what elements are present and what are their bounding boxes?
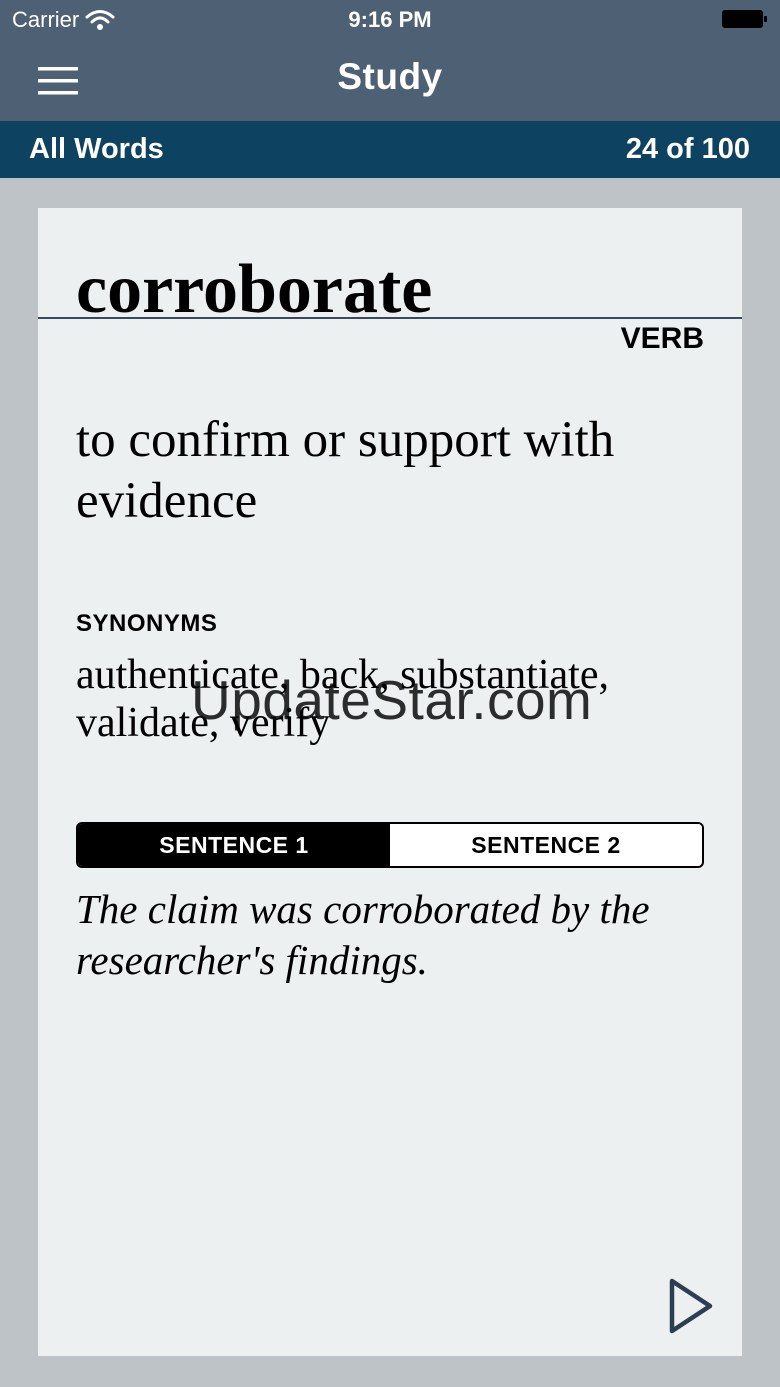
status-bar: Carrier 9:16 PM (0, 0, 780, 40)
list-progress-bar: All Words 24 of 100 (0, 121, 780, 178)
tab-sentence-2[interactable]: SENTENCE 2 (390, 824, 702, 866)
synonyms-list: authenticate, back, substantiate, valida… (76, 652, 609, 746)
word-divider (38, 317, 742, 319)
synonyms-heading: SYNONYMS (76, 610, 218, 637)
app-header: Carrier 9:16 PM Study (0, 0, 780, 121)
navigation-bar: Study (0, 40, 780, 121)
tab-sentence-1[interactable]: SENTENCE 1 (78, 824, 390, 866)
sentence-selector: SENTENCE 1 SENTENCE 2 (76, 822, 704, 868)
status-time: 9:16 PM (348, 7, 432, 32)
word-progress-counter: 24 of 100 (625, 133, 750, 165)
word-list-name[interactable]: All Words (29, 133, 164, 166)
play-icon[interactable] (666, 1276, 716, 1336)
page-title: Study (337, 56, 443, 97)
example-sentence: The claim was corroborated by the resear… (76, 886, 650, 983)
battery-icon (722, 10, 767, 28)
flashcard[interactable]: corroborate VERB to confirm or support w… (38, 208, 742, 1356)
word-definition: to confirm or support with evidence (76, 412, 615, 529)
part-of-speech: VERB (620, 322, 704, 355)
